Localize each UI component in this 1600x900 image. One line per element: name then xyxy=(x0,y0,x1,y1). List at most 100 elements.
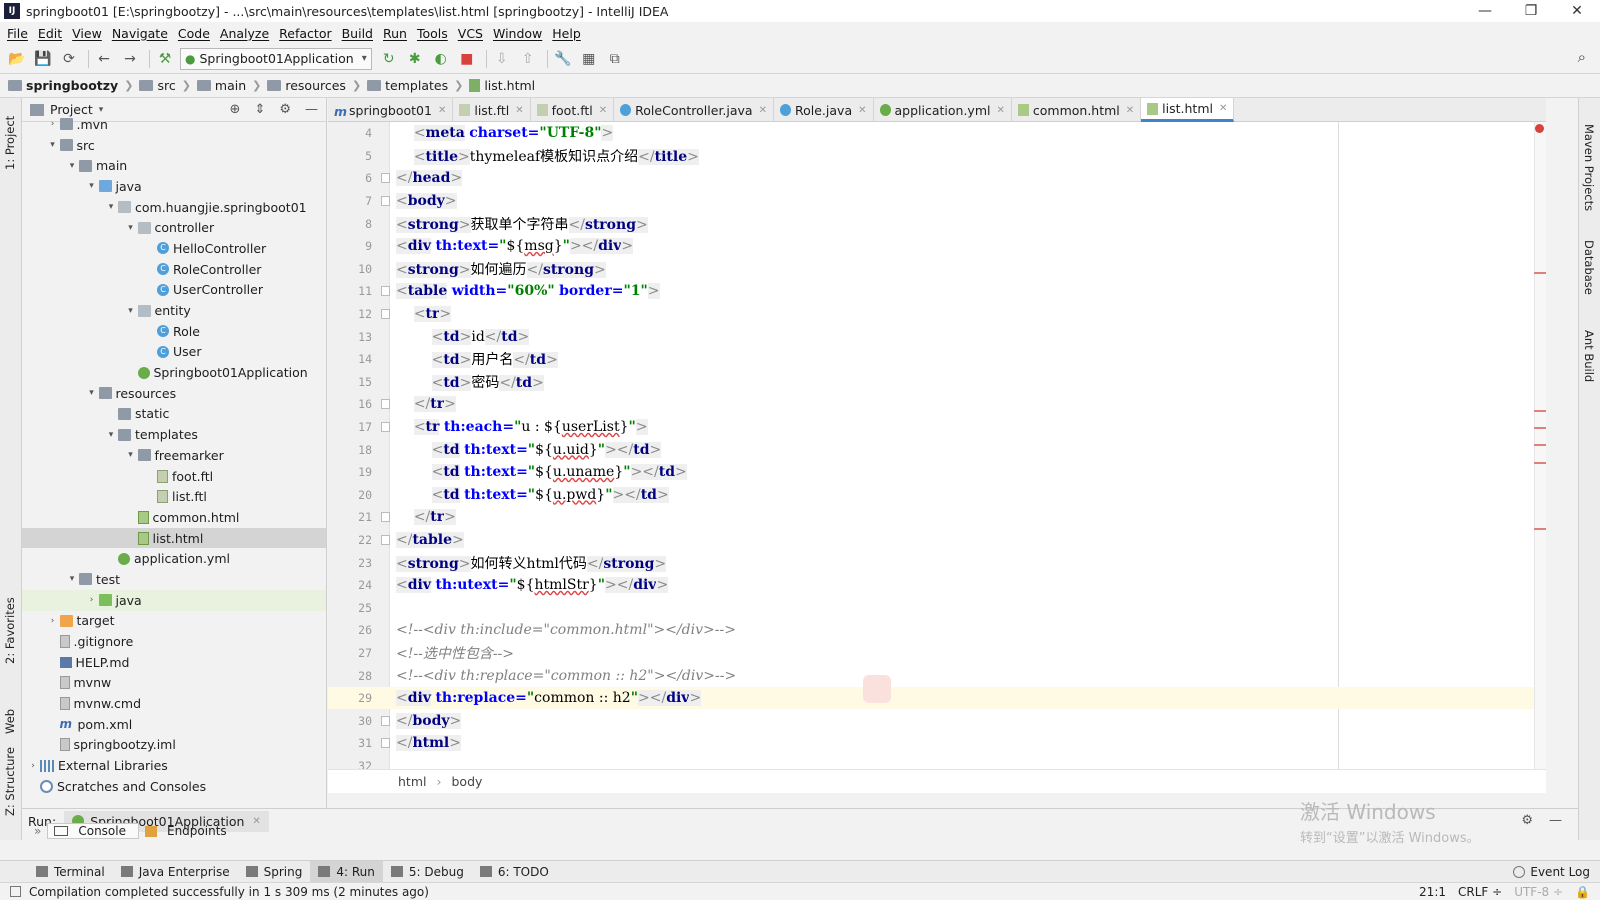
tree-item[interactable]: ▾ src xyxy=(22,135,326,156)
breadcrumb-html[interactable]: html xyxy=(398,774,426,789)
lock-icon[interactable]: 🔒 xyxy=(1575,885,1590,899)
code-text[interactable]: <tr> xyxy=(396,306,452,323)
code-text[interactable]: <td th:text="${u.uname}"></td> xyxy=(396,464,687,481)
code-text[interactable]: <strong>如何遍历</strong> xyxy=(396,259,606,279)
code-line[interactable]: 10 <strong>如何遍历</strong> xyxy=(328,258,1546,281)
close-icon[interactable]: ✕ xyxy=(759,105,767,116)
tree-item[interactable]: ▾ main xyxy=(22,155,326,176)
tree-item[interactable]: m pom.xml xyxy=(22,714,326,735)
code-line[interactable]: 15 <td>密码</td> xyxy=(328,371,1546,394)
search-icon[interactable]: ⌕ xyxy=(1578,48,1586,66)
code-text[interactable]: </tr> xyxy=(396,396,456,413)
editor-tab[interactable]: common.html ✕ xyxy=(1012,98,1142,122)
tool-window-button[interactable]: 4: Run xyxy=(310,860,383,883)
code-line[interactable]: 21 </tr> xyxy=(328,506,1546,529)
chevron-down-icon[interactable]: ▾ xyxy=(99,105,104,115)
fold-marker-icon[interactable] xyxy=(381,715,390,726)
code-text[interactable]: <table width="60%" border="1"> xyxy=(396,283,660,300)
editor-tab[interactable]: foot.ftl ✕ xyxy=(531,98,615,122)
fold-marker-icon[interactable] xyxy=(381,173,390,184)
tree-item[interactable]: C User xyxy=(22,342,326,363)
event-log-button[interactable]: Event Log xyxy=(1513,865,1590,879)
structure-tool-button[interactable]: Z: Structure xyxy=(3,747,17,816)
close-icon[interactable]: ✕ xyxy=(1219,103,1227,114)
error-stripe-mark[interactable] xyxy=(1534,528,1546,530)
vcs-commit-icon[interactable]: ⇧ xyxy=(517,48,539,70)
tree-item[interactable]: ▾ test xyxy=(22,569,326,590)
code-text[interactable]: <!--选中性包含--> xyxy=(396,643,514,663)
code-editor[interactable]: 4 <meta charset="UTF-8"> 5 <title>thymele… xyxy=(328,122,1546,769)
sdk-manager-icon[interactable]: ⧉ xyxy=(604,48,626,70)
code-line[interactable]: 9 <div th:text="${msg}"></div> xyxy=(328,235,1546,258)
tree-item[interactable]: static xyxy=(22,404,326,425)
tree-item[interactable]: › java xyxy=(22,589,326,611)
fold-marker-icon[interactable] xyxy=(381,422,390,433)
menu-refactor[interactable]: Refactor xyxy=(274,26,336,41)
fold-marker-icon[interactable] xyxy=(381,738,390,749)
tree-item[interactable]: list.ftl xyxy=(22,486,326,507)
fold-marker-icon[interactable] xyxy=(381,399,390,410)
menu-code[interactable]: Code xyxy=(173,26,215,41)
code-text[interactable]: <td>id</td> xyxy=(396,328,530,345)
code-line[interactable]: 17 <tr th:each="u : ${userList}"> xyxy=(328,416,1546,439)
code-text[interactable]: <meta charset="UTF-8"> xyxy=(396,125,614,142)
hide-panel-icon[interactable]: — xyxy=(1549,813,1562,828)
menu-file[interactable]: File xyxy=(2,26,33,41)
ant-build-tool-button[interactable]: Ant Build xyxy=(1582,330,1596,382)
close-icon[interactable]: ✕ xyxy=(1126,105,1134,116)
chevron-down-icon[interactable]: ▾ xyxy=(85,388,99,398)
menu-help[interactable]: Help xyxy=(547,26,586,41)
nav-crumb[interactable]: src ❯ xyxy=(139,78,194,93)
chevron-down-icon[interactable]: ▾ xyxy=(46,140,60,150)
menu-view[interactable]: View xyxy=(67,26,107,41)
sync-icon[interactable]: ⟳ xyxy=(58,48,80,70)
settings-wrench-icon[interactable]: 🔧 xyxy=(552,48,574,70)
code-text[interactable]: <td th:text="${u.uid}"></td> xyxy=(396,441,662,458)
tree-item[interactable]: ▾ templates xyxy=(22,424,326,445)
close-icon[interactable]: ✕ xyxy=(515,105,523,116)
nav-crumb[interactable]: list.html xyxy=(469,78,535,93)
editor-tab[interactable]: Role.java ✕ xyxy=(774,98,874,122)
close-window-button[interactable]: ✕ xyxy=(1554,0,1600,22)
code-line[interactable]: 20 <td th:text="${u.pwd}"></td> xyxy=(328,484,1546,507)
chevron-right-icon[interactable]: › xyxy=(85,595,99,605)
web-tool-button[interactable]: Web xyxy=(3,709,17,734)
fold-marker-icon[interactable] xyxy=(381,512,390,523)
code-line[interactable]: 32 xyxy=(328,755,1546,769)
code-text[interactable]: </table> xyxy=(396,531,464,548)
code-line[interactable]: 28 <!--<div th:replace="common :: h2"></d… xyxy=(328,664,1546,687)
code-text[interactable]: </head> xyxy=(396,170,463,187)
error-stripe-mark[interactable] xyxy=(1534,462,1546,464)
breadcrumb-body[interactable]: body xyxy=(451,774,482,789)
tree-item[interactable]: ▾ com.huangjie.springboot01 xyxy=(22,197,326,218)
tree-item[interactable]: application.yml xyxy=(22,548,326,569)
menu-window[interactable]: Window xyxy=(488,26,547,41)
chevron-down-icon[interactable]: ▾ xyxy=(104,430,118,440)
debug-bug-icon[interactable]: ✱ xyxy=(404,48,426,70)
code-line[interactable]: 6 </head> xyxy=(328,167,1546,190)
tree-item[interactable]: › .mvn xyxy=(22,114,326,135)
code-line[interactable]: 31 </html> xyxy=(328,732,1546,755)
open-folder-icon[interactable]: 📂 xyxy=(6,48,28,70)
code-line[interactable]: 13 <td>id</td> xyxy=(328,325,1546,348)
tree-item[interactable]: Scratches and Consoles xyxy=(22,776,326,797)
fold-marker-icon[interactable] xyxy=(381,196,390,207)
fold-marker-icon[interactable] xyxy=(381,309,390,320)
menu-run[interactable]: Run xyxy=(378,26,412,41)
database-tool-button[interactable]: Database xyxy=(1582,240,1596,295)
project-tool-button[interactable]: 1: Project xyxy=(3,116,17,170)
menu-edit[interactable]: Edit xyxy=(33,26,67,41)
close-icon[interactable]: ✕ xyxy=(438,105,446,116)
code-line[interactable]: 27 <!--选中性包含--> xyxy=(328,642,1546,665)
editor-tab[interactable]: application.yml ✕ xyxy=(874,98,1012,122)
endpoints-tab[interactable]: Endpoints xyxy=(139,824,239,838)
code-line[interactable]: 12 <tr> xyxy=(328,303,1546,326)
fold-marker-icon[interactable] xyxy=(381,534,390,545)
chevron-down-icon[interactable]: ▾ xyxy=(65,161,79,171)
code-line[interactable]: 19 <td th:text="${u.uname}"></td> xyxy=(328,461,1546,484)
code-line[interactable]: 8 <strong>获取单个字符串</strong> xyxy=(328,212,1546,235)
code-text[interactable]: </body> xyxy=(396,712,462,729)
code-text[interactable]: <div th:utext="${htmlStr}"></div> xyxy=(396,577,669,594)
tool-window-button[interactable]: Spring xyxy=(238,861,311,883)
editor-tab[interactable]: list.html ✕ xyxy=(1141,98,1235,122)
